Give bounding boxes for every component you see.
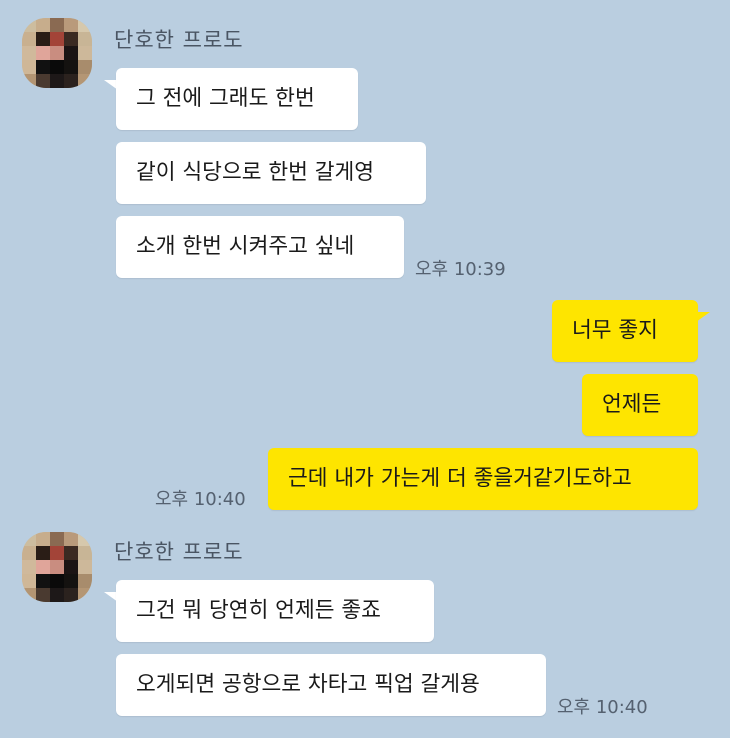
chat-screen: 단호한 프로도 그 전에 그래도 한번 같이 식당으로 한번 갈게영 소개 한번… bbox=[0, 0, 730, 738]
sender-name: 단호한 프로도 bbox=[114, 28, 244, 52]
outgoing-message-bubble[interactable]: 너무 좋지 bbox=[552, 300, 698, 362]
incoming-message-bubble[interactable]: 오게되면 공항으로 차타고 픽업 갈게용 bbox=[116, 654, 546, 716]
sender-name: 단호한 프로도 bbox=[114, 540, 244, 564]
outgoing-message-bubble[interactable]: 근데 내가 가는게 더 좋을거같기도하고 bbox=[268, 448, 698, 510]
sender-avatar[interactable] bbox=[22, 532, 92, 602]
message-timestamp: 오후 10:40 bbox=[155, 489, 246, 510]
incoming-message-bubble[interactable]: 그 전에 그래도 한번 bbox=[116, 68, 358, 130]
message-timestamp: 오후 10:39 bbox=[415, 259, 506, 280]
incoming-message-bubble[interactable]: 그건 뭐 당연히 언제든 좋죠 bbox=[116, 580, 434, 642]
incoming-message-bubble[interactable]: 같이 식당으로 한번 갈게영 bbox=[116, 142, 426, 204]
sender-avatar[interactable] bbox=[22, 18, 92, 88]
message-timestamp: 오후 10:40 bbox=[557, 697, 648, 718]
bubble-tail bbox=[696, 312, 710, 322]
outgoing-message-bubble[interactable]: 언제든 bbox=[582, 374, 698, 436]
incoming-message-bubble[interactable]: 소개 한번 시켜주고 싶네 bbox=[116, 216, 404, 278]
